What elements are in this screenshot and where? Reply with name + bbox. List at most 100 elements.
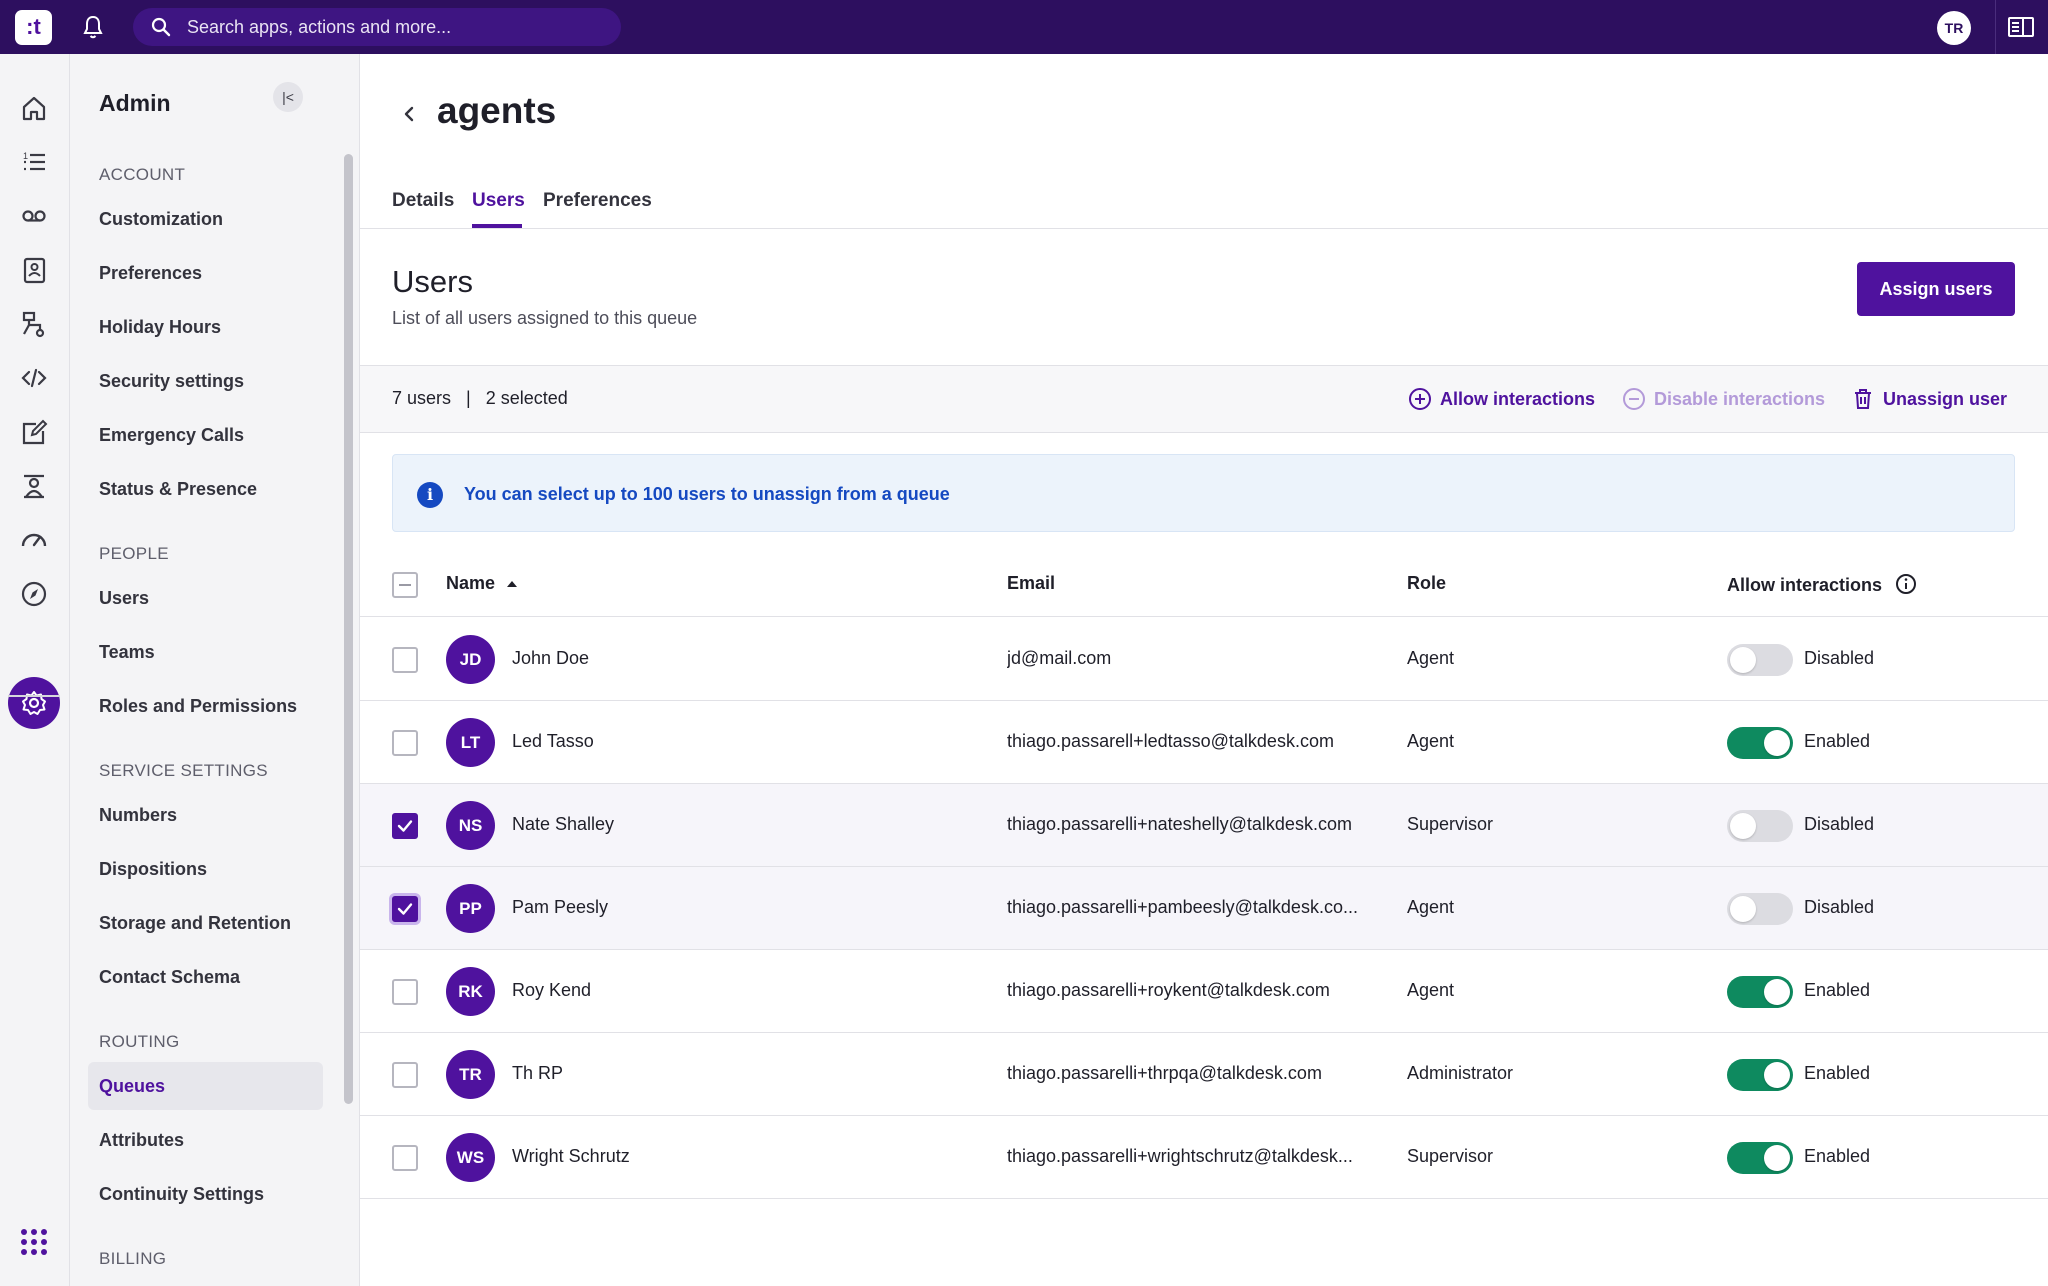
sidebar-section-people: PEOPLE [99,544,169,563]
toggle-knob [1764,979,1790,1005]
notifications-bell-icon[interactable] [82,14,104,40]
users-section-subtitle: List of all users assigned to this queue [392,308,698,328]
row-checkbox[interactable] [392,1145,418,1171]
unassign-user-button[interactable]: Unassign user [1851,387,2016,411]
row-checkbox[interactable] [392,1062,418,1088]
sidebar-item-continuity-settings[interactable]: Continuity Settings [88,1170,323,1218]
side-panel-icon[interactable] [2008,16,2034,38]
toggle-status: Enabled [1804,1146,1871,1166]
sidebar-item-contact-schema[interactable]: Contact Schema [88,953,323,1001]
sidebar-item-users[interactable]: Users [88,574,323,622]
tab-users[interactable]: Users [472,190,525,212]
user-role: Agent [1407,897,1455,917]
sidebar-item-emergency-calls[interactable]: Emergency Calls [88,411,323,459]
collapse-sidebar-icon[interactable]: |< [273,82,303,112]
table-row[interactable]: WS Wright Schrutz thiago.passarelli+wrig… [360,1116,2048,1199]
row-checkbox[interactable] [392,979,418,1005]
toggle-status: Enabled [1804,1063,1871,1083]
trash-icon [1855,389,1871,409]
allow-interactions-toggle[interactable] [1727,976,1793,1008]
disable-interactions-button[interactable]: Disable interactions [1622,387,1837,411]
info-outline-icon[interactable] [1895,573,1917,595]
row-checkbox[interactable] [392,813,418,839]
row-checkbox[interactable] [392,730,418,756]
users-section-title: Users [392,264,473,299]
tab-preferences[interactable]: Preferences [543,190,652,212]
allow-interactions-toggle[interactable] [1727,727,1793,759]
tab-details[interactable]: Details [392,190,454,212]
toggle-knob [1764,1145,1790,1171]
sidebar-item-numbers[interactable]: Numbers [88,791,323,839]
sidebar-item-queues[interactable]: Queues [88,1062,323,1110]
sidebar-item-storage-retention[interactable]: Storage and Retention [88,899,323,947]
user-role: Agent [1407,731,1455,751]
flow-icon[interactable] [18,308,50,340]
minus-circle-icon [1623,388,1645,410]
info-banner-text: You can select up to 100 users to unassi… [464,484,950,504]
sidebar-item-preferences[interactable]: Preferences [88,249,323,297]
row-checkbox[interactable] [392,896,418,922]
user-email: thiago.passarelli+nateshelly@talkdesk.co… [1007,814,1352,834]
apps-grid-icon[interactable] [18,1226,50,1258]
sidebar-item-teams[interactable]: Teams [88,628,323,676]
agent-icon[interactable] [18,470,50,502]
contacts-icon[interactable] [18,254,50,286]
global-search[interactable] [133,8,621,46]
selection-toolbar: 7 users | 2 selected Allow interactions … [360,365,2048,433]
toggle-status: Disabled [1804,648,1875,668]
edit-icon[interactable] [18,416,50,448]
checkmark-icon [397,903,413,915]
user-role: Administrator [1407,1063,1514,1083]
column-header-email: Email [1007,573,1056,593]
selected-count: 2 selected [485,388,568,408]
column-header-name[interactable]: Name [446,573,518,594]
sidebar-item-security-settings[interactable]: Security settings [88,357,323,405]
admin-sidebar: Admin ACCOUNT Customization Preferences … [70,54,360,1286]
table-row[interactable]: JD John Doe jd@mail.com Agent Disabled [360,618,2048,701]
top-bar: :t TR [0,0,2048,54]
compass-icon[interactable] [18,578,50,610]
table-row[interactable]: NS Nate Shalley thiago.passarelli+natesh… [360,784,2048,867]
sidebar-item-customization[interactable]: Customization [88,195,323,243]
search-input[interactable] [187,8,607,46]
sidebar-item-holiday-hours[interactable]: Holiday Hours [88,303,323,351]
sidebar-item-dispositions[interactable]: Dispositions [88,845,323,893]
allow-interactions-toggle[interactable] [1727,893,1793,925]
table-row[interactable]: LT Led Tasso thiago.passarell+ledtasso@t… [360,701,2048,784]
voicemail-icon[interactable] [18,200,50,232]
table-row[interactable]: RK Roy Kend thiago.passarelli+roykent@ta… [360,950,2048,1033]
sidebar-scrollbar[interactable] [344,154,353,1104]
allow-interactions-toggle[interactable] [1727,810,1793,842]
allow-interactions-label: Allow interactions [1440,389,1596,409]
avatar: LT [446,718,495,767]
back-arrow-icon[interactable] [400,100,418,128]
sidebar-section-service-settings: SERVICE SETTINGS [99,761,268,780]
allow-interactions-toggle[interactable] [1727,1142,1793,1174]
row-checkbox[interactable] [392,647,418,673]
allow-interactions-toggle[interactable] [1727,1059,1793,1091]
settings-icon[interactable] [18,687,50,719]
toggle-status: Disabled [1804,897,1875,917]
dashboard-icon[interactable] [18,524,50,556]
user-role: Supervisor [1407,814,1494,834]
sidebar-item-status-presence[interactable]: Status & Presence [88,465,323,513]
home-icon[interactable] [18,92,50,124]
user-name: Pam Peesly [512,897,609,917]
table-row[interactable]: TR Th RP thiago.passarelli+thrpqa@talkde… [360,1033,2048,1116]
search-icon [151,17,171,37]
talkdesk-logo[interactable]: :t [15,10,52,45]
allow-interactions-toggle[interactable] [1727,644,1793,676]
select-all-checkbox[interactable] [392,572,418,598]
toggle-knob [1764,730,1790,756]
sidebar-item-roles-permissions[interactable]: Roles and Permissions [88,682,323,730]
code-icon[interactable] [18,362,50,394]
assign-users-button[interactable]: Assign users [1857,262,2015,316]
user-name: Wright Schrutz [512,1146,630,1166]
app-rail: 1 [0,54,70,1286]
sidebar-item-attributes[interactable]: Attributes [88,1116,323,1164]
rail-divider [8,695,60,697]
table-row[interactable]: PP Pam Peesly thiago.passarelli+pambeesl… [360,867,2048,950]
user-avatar[interactable]: TR [1937,11,1971,45]
allow-interactions-button[interactable]: Allow interactions [1408,387,1608,411]
list-icon[interactable]: 1 [18,146,50,178]
